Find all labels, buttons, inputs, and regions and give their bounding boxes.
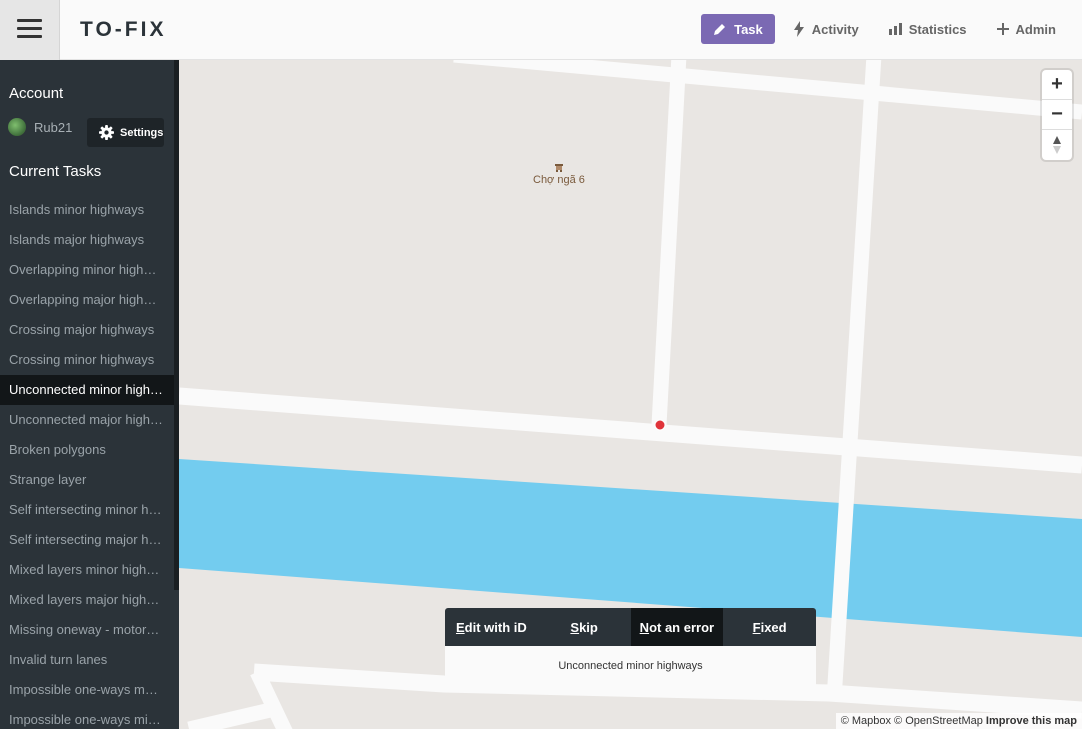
- action-bar: Edit with iD Skip Not an error Fixed: [445, 608, 816, 646]
- not-an-error-label: ot an error: [649, 619, 715, 635]
- nav-task-label: Task: [734, 21, 763, 37]
- task-item[interactable]: Missing oneway - motorways: [0, 615, 174, 645]
- nav-statistics-label: Statistics: [908, 21, 967, 37]
- current-tasks-heading: Current Tasks: [9, 163, 102, 180]
- user-profile[interactable]: Rub21: [8, 118, 72, 136]
- task-item[interactable]: Self intersecting minor highways: [0, 495, 174, 525]
- edit-label: dit with iD: [464, 619, 527, 635]
- task-item[interactable]: Self intersecting major highways: [0, 525, 174, 555]
- skip-button[interactable]: Skip: [538, 608, 631, 646]
- account-heading: Account: [9, 85, 64, 102]
- hamburger-line: [17, 35, 42, 38]
- nav-activity-label: Activity: [811, 21, 859, 37]
- map-poi[interactable]: Chợ ngã 6: [533, 164, 585, 186]
- attribution-text[interactable]: © Mapbox © OpenStreetMap: [841, 715, 983, 727]
- hamburger-line: [17, 27, 42, 30]
- task-item[interactable]: Crossing minor highways: [0, 345, 174, 375]
- settings-label: Settings: [120, 126, 164, 139]
- task-item[interactable]: Overlapping major highways: [0, 285, 174, 315]
- task-item[interactable]: Invalid turn lanes: [0, 645, 174, 675]
- edit-hotkey: E: [455, 619, 465, 635]
- task-item[interactable]: Impossible one-ways minor: [0, 705, 174, 729]
- task-item[interactable]: Overlapping minor highways: [0, 255, 174, 285]
- zoom-in-button[interactable]: +: [1042, 70, 1072, 100]
- task-item-active[interactable]: Unconnected minor highways: [0, 375, 174, 405]
- nav-activity[interactable]: Activity: [781, 14, 871, 44]
- gear-icon: [99, 125, 114, 140]
- task-item[interactable]: Crossing major highways: [0, 315, 174, 345]
- map-attribution: © Mapbox © OpenStreetMap Improve this ma…: [835, 713, 1082, 729]
- nav-admin[interactable]: Admin: [985, 14, 1068, 44]
- task-item[interactable]: Mixed layers major highways: [0, 585, 174, 615]
- task-item[interactable]: Impossible one-ways major: [0, 675, 174, 705]
- fixed-hotkey: F: [752, 619, 761, 635]
- fixed-button[interactable]: Fixed: [723, 608, 816, 646]
- not-an-error-hotkey: N: [639, 619, 650, 635]
- sidebar: Account Rub21 Settings Current Tasks Isl…: [0, 60, 179, 729]
- task-item[interactable]: Unconnected major highways: [0, 405, 174, 435]
- task-item[interactable]: Strange layer: [0, 465, 174, 495]
- main-nav: Task Activity Statistics Admin: [701, 14, 1068, 44]
- username: Rub21: [34, 119, 73, 135]
- task-item[interactable]: Mixed layers minor highways: [0, 555, 174, 585]
- zoom-out-button[interactable]: −: [1042, 100, 1072, 130]
- task-item[interactable]: Islands minor highways: [0, 195, 174, 225]
- task-list: Islands minor highways Islands major hig…: [0, 195, 174, 729]
- compass-icon: [1053, 136, 1061, 154]
- task-item[interactable]: Islands major highways: [0, 225, 174, 255]
- fixed-label: ixed: [760, 619, 787, 635]
- not-an-error-button[interactable]: Not an error: [630, 608, 724, 646]
- edit-with-id-button[interactable]: Edit with iD: [445, 608, 538, 646]
- task-action-panel: Edit with iD Skip Not an error Fixed Unc…: [445, 608, 816, 686]
- poi-label: Chợ ngã 6: [533, 174, 585, 186]
- bar-chart-icon: [888, 23, 902, 35]
- hamburger-menu-button[interactable]: [0, 0, 60, 60]
- plus-icon: [996, 23, 1009, 35]
- hamburger-line: [17, 19, 42, 22]
- improve-map-link[interactable]: Improve this map: [986, 715, 1077, 727]
- app-header: TO-FIX Task Activity Statistics Admin: [0, 0, 1082, 60]
- error-marker[interactable]: [654, 419, 666, 431]
- app-logo[interactable]: TO-FIX: [80, 18, 166, 42]
- bolt-icon: [793, 21, 804, 37]
- nav-statistics[interactable]: Statistics: [877, 14, 979, 44]
- avatar: [8, 118, 26, 136]
- task-item[interactable]: Broken polygons: [0, 435, 174, 465]
- skip-hotkey: S: [570, 619, 580, 635]
- current-task-name: Unconnected minor highways: [445, 646, 816, 686]
- settings-button[interactable]: Settings: [87, 118, 164, 147]
- nav-task[interactable]: Task: [701, 14, 775, 44]
- skip-label: kip: [579, 619, 598, 635]
- market-icon: [554, 164, 563, 172]
- compass-button[interactable]: [1042, 130, 1072, 160]
- map-zoom-control: + −: [1042, 70, 1072, 160]
- pencil-icon: [714, 24, 726, 35]
- nav-admin-label: Admin: [1015, 21, 1056, 37]
